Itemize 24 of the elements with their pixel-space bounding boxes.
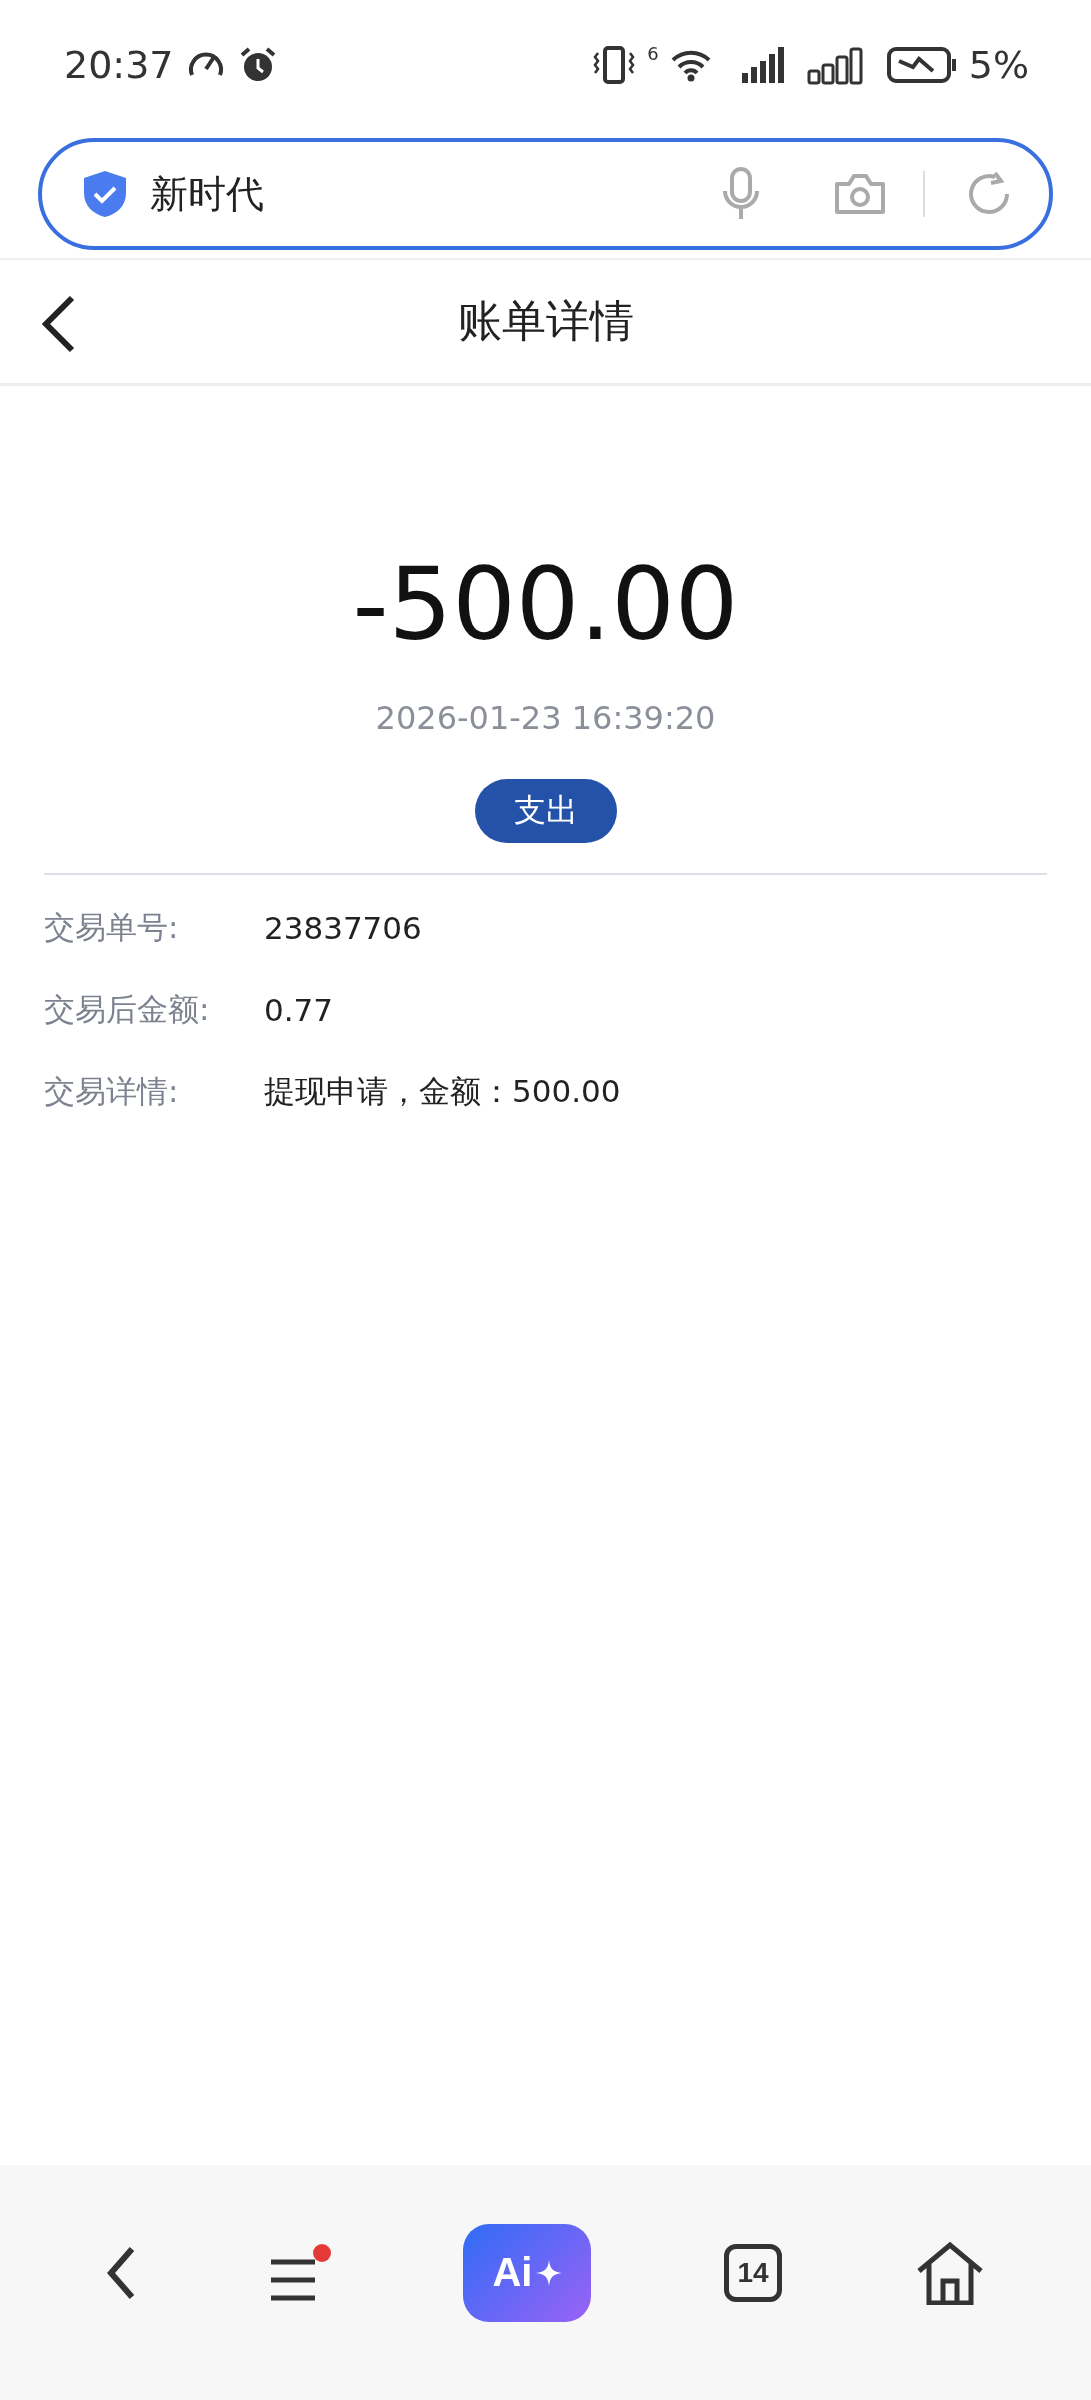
page-title: 账单详情	[457, 294, 634, 348]
detail-value: 0.77	[264, 992, 334, 1028]
transaction-time: 2026-01-23 16:39:20	[374, 699, 717, 737]
detail-label: 交易后金额:	[44, 990, 211, 1029]
clock-time: 20:37	[64, 43, 174, 87]
detail-value: 提现申请，金额：500.00	[264, 1072, 621, 1111]
tabs-button[interactable]: 14	[724, 2243, 783, 2302]
address-text: 新时代	[150, 170, 265, 218]
battery-charging-icon	[886, 47, 957, 83]
detail-label: 交易单号:	[44, 908, 180, 947]
amount: -500.00	[351, 546, 740, 663]
detail-value: 23837706	[264, 910, 422, 946]
sparkle-icon	[536, 2259, 563, 2286]
shield-check-icon	[82, 169, 128, 219]
wifi-standard-label: 6	[647, 43, 659, 64]
vibrate-icon	[593, 45, 636, 85]
ai-button[interactable]: Ai	[463, 2223, 592, 2322]
back-button[interactable]	[106, 2244, 137, 2301]
wifi-icon	[670, 48, 711, 82]
menu-button[interactable]	[268, 2243, 331, 2302]
detail-label: 交易详情:	[44, 1072, 180, 1111]
type-badge: 支出	[474, 779, 617, 843]
signal-icon	[740, 45, 785, 85]
battery-percentage: 5%	[968, 43, 1029, 87]
